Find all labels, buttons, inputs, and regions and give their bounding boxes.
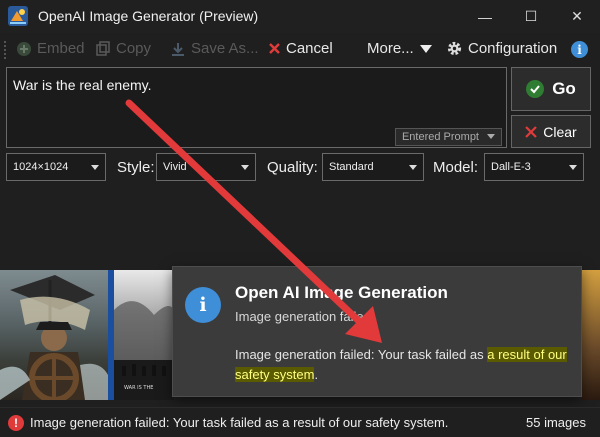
gallery-thumbnail[interactable]: WAR IS THE (114, 270, 174, 400)
chevron-down-icon (409, 165, 417, 170)
style-value: Vivid (163, 161, 187, 173)
check-icon (526, 80, 545, 98)
configuration-label: Configuration (468, 40, 558, 57)
size-select[interactable]: 1024×1024 (6, 153, 106, 181)
chevron-down-icon (91, 165, 99, 170)
cancel-x-icon (269, 43, 280, 54)
gallery-thumbnail[interactable] (0, 270, 108, 400)
copy-label: Copy (116, 40, 152, 57)
toast-message: Image generation failed: Your task faile… (235, 345, 575, 385)
toast-message-end: . (314, 367, 319, 382)
style-label: Style: (117, 159, 155, 176)
go-button[interactable]: Go (511, 67, 591, 111)
prompt-kind-label: Entered Prompt (401, 131, 479, 143)
cancel-label: Cancel (286, 40, 333, 57)
minimize-button[interactable]: — (462, 0, 508, 33)
style-select[interactable]: Vivid (156, 153, 256, 181)
close-icon: ✕ (571, 8, 583, 24)
prompt-textarea[interactable]: War is the real enemy. Entered Prompt (6, 67, 507, 148)
image-count: 55 images (526, 415, 586, 430)
more-label: More... (367, 40, 414, 57)
app-logo-icon (8, 6, 28, 26)
notification-toast[interactable]: i Open AI Image Generation Image generat… (172, 266, 582, 397)
war-image (114, 301, 174, 400)
more-menu-button[interactable]: More... (367, 40, 433, 57)
quality-label: Quality: (267, 159, 318, 176)
chevron-down-icon (569, 165, 577, 170)
chevron-down-icon (241, 165, 249, 170)
error-icon: ! (8, 415, 24, 431)
toast-subtitle: Image generation failed (235, 309, 371, 324)
clear-label: Clear (543, 123, 577, 140)
options-row: 1024×1024 Style: Vivid Quality: Standard… (0, 151, 600, 183)
prompt-text: War is the real enemy. (13, 77, 152, 93)
image-caption: WAR IS THE (124, 385, 154, 391)
title-bar: OpenAI Image Generator (Preview) — ☐ ✕ (0, 0, 600, 33)
minimize-icon: — (478, 8, 492, 25)
embed-label: Embed (37, 40, 85, 57)
download-icon (172, 42, 184, 56)
chevron-down-icon (487, 134, 495, 139)
toolbar-grip[interactable] (4, 41, 8, 59)
prompt-kind-dropdown[interactable]: Entered Prompt (394, 128, 502, 146)
status-bar: ! Image generation failed: Your task fai… (0, 407, 600, 437)
chevron-down-icon (419, 44, 432, 53)
embed-button[interactable]: Embed (16, 40, 85, 57)
toast-message-text: Image generation failed: Your task faile… (235, 347, 484, 362)
toast-title: Open AI Image Generation (235, 283, 448, 302)
info-icon: i (571, 41, 588, 58)
save-as-label: Save As... (191, 40, 259, 57)
close-window-button[interactable]: ✕ (554, 0, 600, 33)
clear-x-icon (525, 125, 538, 138)
status-message: Image generation failed: Your task faile… (30, 415, 449, 430)
configuration-button[interactable]: Configuration (446, 40, 557, 57)
embed-icon (17, 41, 31, 56)
info-button[interactable]: i (571, 41, 588, 58)
pirate-image (0, 275, 108, 400)
size-value: 1024×1024 (13, 161, 69, 173)
model-label: Model: (433, 159, 479, 176)
copy-button[interactable]: Copy (95, 40, 151, 57)
model-select[interactable]: Dall-E-3 (484, 153, 584, 181)
go-label: Go (552, 79, 576, 98)
quality-select[interactable]: Standard (322, 153, 424, 181)
info-icon: i (185, 287, 221, 323)
maximize-button[interactable]: ☐ (508, 0, 554, 33)
gear-icon (447, 41, 462, 56)
maximize-icon: ☐ (524, 8, 538, 24)
gallery-thumbnail[interactable] (582, 270, 600, 400)
toolbar: Embed Copy Save As... Cancel More... Con… (0, 33, 600, 65)
clear-button[interactable]: Clear (511, 115, 591, 148)
cancel-button[interactable]: Cancel (268, 40, 333, 57)
window-title: OpenAI Image Generator (Preview) (38, 8, 259, 24)
save-as-button[interactable]: Save As... (170, 40, 259, 57)
quality-value: Standard (329, 161, 374, 173)
copy-icon (96, 40, 110, 56)
model-value: Dall-E-3 (491, 161, 531, 173)
